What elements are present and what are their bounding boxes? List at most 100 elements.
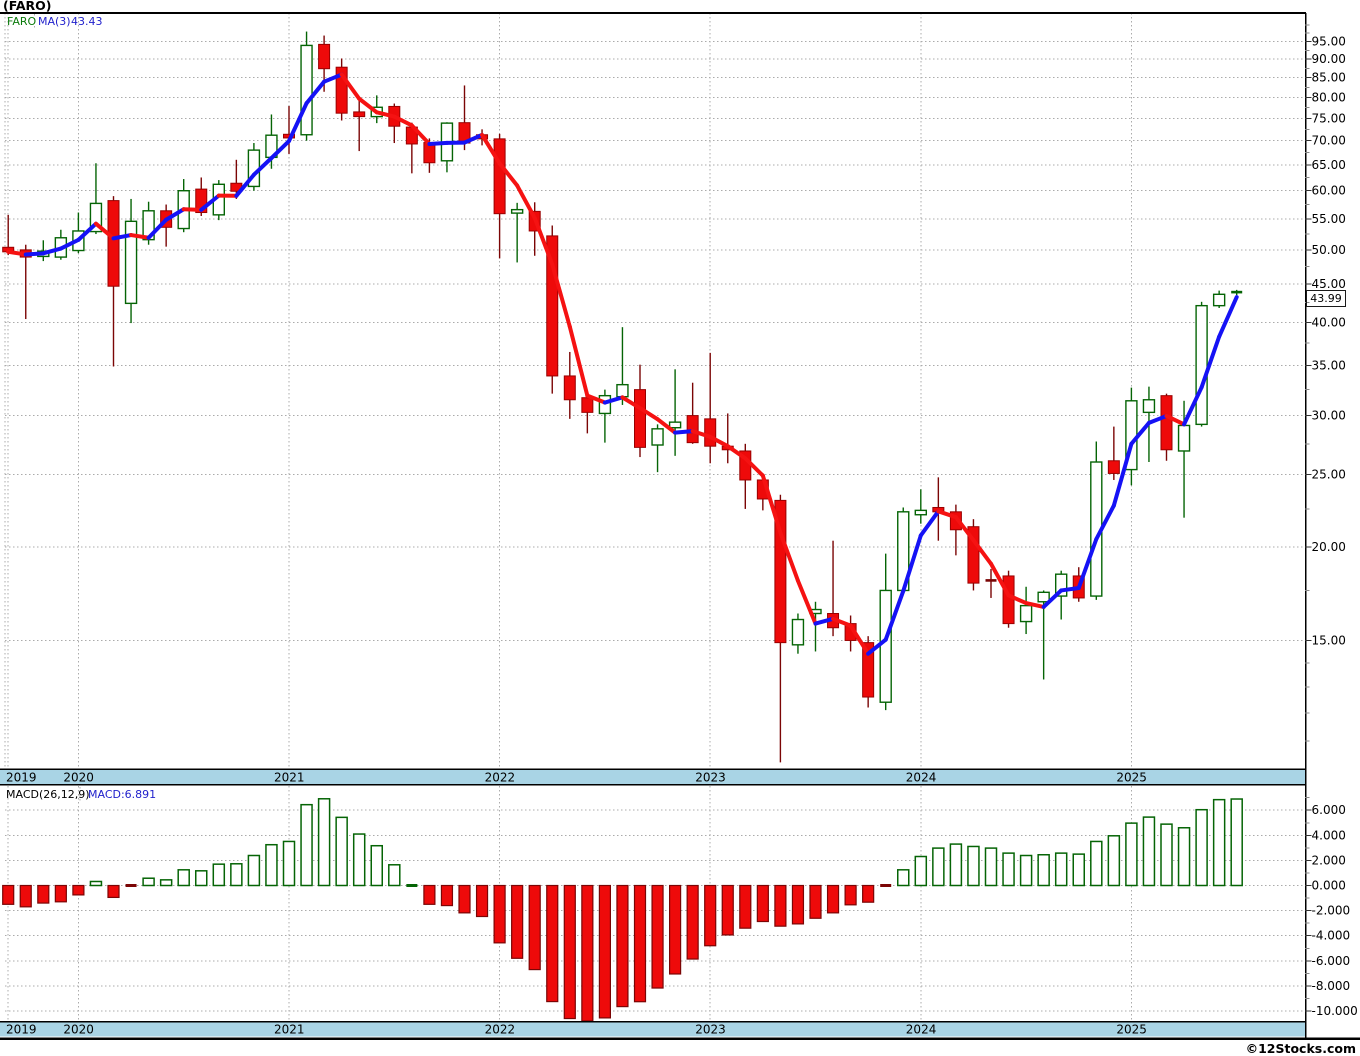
- macd-bar: [967, 845, 980, 887]
- candle: [2, 214, 15, 256]
- price-tick-label: 75.00: [1312, 111, 1346, 125]
- macd-bar: [72, 884, 85, 896]
- ma3-segment: [23, 251, 46, 257]
- year-label: 2022: [485, 1023, 516, 1037]
- macd-bar: [1002, 852, 1015, 887]
- macd-bar: [984, 847, 998, 887]
- candle: [1231, 289, 1243, 296]
- macd-bar: [247, 854, 261, 887]
- macd-bar: [493, 884, 506, 944]
- watermark: ©12Stocks.com: [1245, 1041, 1356, 1056]
- candle: [124, 198, 138, 324]
- price-tick-label: 40.00: [1312, 315, 1346, 329]
- macd-bar: [282, 840, 296, 887]
- macd-bar: [880, 884, 892, 887]
- macd-bar: [1125, 822, 1138, 887]
- macd-bar: [791, 884, 805, 925]
- macd-bar: [598, 884, 612, 1019]
- macd-bar: [177, 869, 190, 887]
- macd-bar: [1107, 835, 1121, 887]
- faro-chart-canvas[interactable]: 95.00 90.00 85.00 80.00 75.00 70.00 65.00 60.00…: [0, 0, 1360, 1056]
- candle: [721, 413, 734, 464]
- legend-symbol: FARO: [7, 15, 37, 28]
- candle: [1090, 441, 1103, 600]
- macd-bar: [826, 884, 840, 914]
- macd-bar: [423, 884, 436, 905]
- year-label: 2020: [63, 771, 94, 785]
- macd-bar: [739, 884, 752, 929]
- candle: [686, 382, 699, 444]
- macd-bar: [1090, 840, 1103, 887]
- year-label: 2024: [906, 1023, 937, 1037]
- macd-bar: [721, 884, 734, 936]
- candle: [914, 489, 927, 524]
- year-label: 2023: [695, 1023, 726, 1037]
- macd-bar: [897, 869, 910, 887]
- macd-bar: [862, 884, 875, 903]
- page-title: (FARO): [3, 0, 52, 13]
- macd-bar: [756, 884, 769, 923]
- macd-bar: [1037, 854, 1050, 887]
- candle: [967, 519, 980, 591]
- macd-tick-label: -2.000: [1312, 904, 1351, 918]
- macd-bar: [949, 843, 963, 887]
- candle: [651, 424, 664, 473]
- candle: [388, 103, 401, 144]
- macd-bar: [914, 855, 928, 887]
- price-tick-label: 95.00: [1312, 35, 1346, 49]
- ma3-segment: [181, 207, 204, 212]
- ma3-segment: [1111, 441, 1134, 508]
- price-tick-label: 65.00: [1312, 158, 1346, 172]
- macd-bar: [563, 884, 576, 1020]
- macd-bar: [125, 884, 137, 887]
- macd-bar: [1142, 816, 1156, 887]
- price-tick-label: 35.00: [1312, 359, 1346, 373]
- macd-bar: [932, 847, 945, 887]
- macd-tick-label: 2.000: [1312, 853, 1346, 867]
- price-tick-label: 70.00: [1312, 134, 1346, 148]
- candle: [704, 352, 717, 464]
- macd-tick-label: 0.000: [1312, 879, 1346, 893]
- macd-bar: [704, 884, 717, 947]
- price-tick-label: 85.00: [1312, 71, 1346, 85]
- macd-legend-value: MACD:6.891: [88, 788, 157, 801]
- macd-bar: [809, 884, 822, 919]
- price-tick-label: 90.00: [1312, 52, 1346, 66]
- ma3-segment: [129, 233, 151, 240]
- year-label: 2024: [906, 771, 937, 785]
- year-label: 2025: [1116, 1023, 1147, 1037]
- macd-tick-label: -6.000: [1312, 954, 1351, 968]
- macd-bar: [1212, 798, 1226, 887]
- macd-bar: [107, 884, 120, 899]
- year-label: 2020: [63, 1023, 94, 1037]
- legend-ma-value: 43.43: [71, 15, 103, 28]
- year-label: 2021: [274, 1023, 305, 1037]
- macd-bar: [230, 863, 243, 887]
- macd-bar: [1019, 854, 1033, 887]
- macd-bar: [774, 884, 787, 927]
- macd-bar: [844, 884, 857, 906]
- candle: [563, 351, 576, 419]
- macd-tick-label: -10.000: [1312, 1004, 1358, 1018]
- macd-tick-label: 6.000: [1312, 803, 1346, 817]
- ma3-segment: [1059, 585, 1081, 593]
- macd-bar: [1054, 852, 1068, 887]
- macd-bar: [317, 798, 331, 887]
- macd-bar: [300, 803, 313, 887]
- price-tick-label: 20.00: [1312, 540, 1346, 554]
- macd-bar: [440, 884, 454, 907]
- candle: [949, 504, 962, 556]
- candle: [247, 143, 261, 191]
- candle: [493, 133, 506, 259]
- macd-bar: [686, 884, 699, 960]
- macd-bar: [37, 884, 50, 904]
- year-label: 2019: [6, 771, 37, 785]
- macd-bar: [212, 863, 226, 887]
- candle: [1160, 393, 1173, 461]
- macd-bar: [475, 884, 489, 918]
- legend-ma-label: MA(3): [38, 15, 71, 28]
- macd-bar: [2, 884, 15, 905]
- macd-legend-label: MACD(26,12,9): [6, 788, 90, 801]
- candle: [1212, 290, 1226, 308]
- candle: [335, 58, 348, 121]
